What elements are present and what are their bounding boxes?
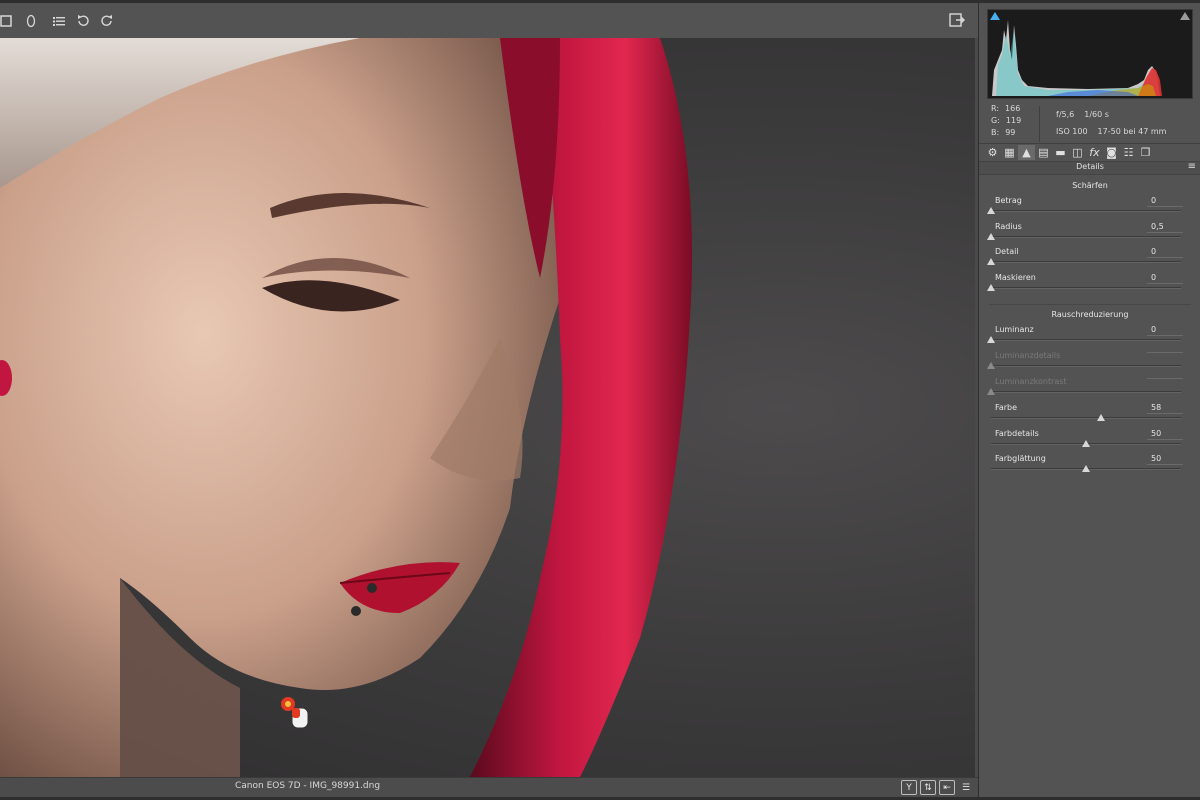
tab-camera-calibration-icon[interactable]: ◙ [1103,145,1120,160]
slider-1[interactable]: Radius 0,5 [987,222,1187,246]
lens-value: 17-50 bei 47 mm [1097,127,1167,136]
slider-2[interactable]: Detail 0 [987,247,1187,271]
tab-split-toning-icon[interactable]: ▬ [1052,145,1069,160]
rotate-right-icon[interactable] [96,10,118,32]
status-icons: Y ⇅ ⇤ ☰ [901,780,974,795]
copy-settings-icon[interactable]: ⇤ [939,780,955,795]
slider-label: Farbdetails [995,429,1039,438]
rotate-left-icon[interactable] [72,10,94,32]
slider-track [991,365,1181,367]
slider-track [991,391,1181,393]
r-label: R: [991,104,1000,113]
redeye-icon[interactable] [20,10,42,32]
tab-effects-icon[interactable]: fx [1086,145,1103,160]
slider-thumb[interactable] [987,258,995,265]
slider-label: Luminanzkontrast [995,377,1067,386]
slider-thumb [987,388,995,395]
tab-tone-curve-icon[interactable]: ▦ [1001,145,1018,160]
slider-thumb[interactable] [1097,414,1106,421]
iso-value: ISO 100 [1056,127,1088,136]
slider-value-field[interactable]: 0 [1147,247,1183,258]
slider-8[interactable]: Farbdetails 50 [991,429,1187,453]
tab-presets-icon[interactable]: ☷ [1120,145,1137,160]
b-value: 99 [1005,128,1016,137]
slider-track[interactable] [991,236,1181,238]
panel-menu-icon[interactable]: ≡ [1188,162,1196,172]
image-canvas[interactable] [0,38,975,777]
slider-thumb[interactable] [987,284,995,291]
slider-label: Luminanzdetails [995,351,1061,360]
b-label: B: [991,128,1000,137]
camera-info: f/5,6 1/60 s ISO 100 17-50 bei 47 mm [1039,106,1166,142]
tab-lens-icon[interactable]: ◫ [1069,145,1086,160]
slider-7[interactable]: Farbe 58 [991,403,1187,427]
slider-value-field[interactable]: 50 [1147,454,1183,465]
slider-value-field[interactable]: 50 [1147,429,1183,440]
slider-label: Maskieren [995,273,1036,282]
presets-list-icon[interactable] [48,10,70,32]
slider-value-field[interactable]: 0 [1147,196,1183,207]
before-after-y-button[interactable]: Y [901,780,917,795]
slider-thumb[interactable] [987,336,995,343]
slider-thumb[interactable] [987,233,995,240]
slider-5: Luminanzdetails [987,351,1187,375]
panel-tabs: ⚙ ▦ ▲ ▤ ▬ ◫ fx ◙ ☷ ❐ [979,143,1200,161]
shutter-value: 1/60 s [1084,110,1109,119]
slider-label: Luminanz [995,325,1034,334]
status-bar: Canon EOS 7D - IMG_98991.dng Y ⇅ ⇤ ☰ [0,777,978,797]
slider-9[interactable]: Farbglättung 50 [991,454,1187,478]
slider-6: Luminanzkontrast [987,377,1187,401]
r-value: 166 [1005,104,1021,113]
slider-value-field[interactable]: 0,5 [1147,222,1183,233]
g-value: 119 [1005,116,1022,125]
panel-title: Details [979,161,1200,175]
slider-value-field[interactable]: 58 [1147,403,1183,414]
crop-icon[interactable] [0,10,18,32]
tab-detail-icon[interactable]: ▲ [1018,145,1035,160]
slider-label: Detail [995,247,1019,256]
slider-value-field [1147,351,1183,353]
fullscreen-icon[interactable] [946,9,968,31]
slider-track[interactable] [991,287,1181,289]
filename-label[interactable]: Canon EOS 7D - IMG_98991.dng [235,781,380,791]
slider-track[interactable] [991,261,1181,263]
slider-value-field[interactable]: 0 [1147,273,1183,284]
tab-hsl-icon[interactable]: ▤ [1035,145,1052,160]
slider-label: Betrag [995,196,1022,205]
slider-thumb[interactable] [1082,465,1090,472]
g-label: G: [991,116,1000,125]
tab-snapshots-icon[interactable]: ❐ [1137,145,1154,160]
section-divider [989,304,1191,305]
top-toolbar [0,3,978,38]
right-panel: R: 166 G: 119 B: 99 f/5,6 1/60 s ISO 100 17-5… [978,3,1200,797]
portrait-photo[interactable] [0,38,975,777]
slider-label: Farbe [995,403,1018,412]
slider-thumb [987,362,995,369]
slider-track[interactable] [991,210,1181,212]
slider-value-field [1147,377,1183,379]
slider-value-field[interactable]: 0 [1147,325,1183,336]
tab-basic-icon[interactable]: ⚙ [984,145,1001,160]
slider-4[interactable]: Luminanz 0 [987,325,1187,349]
slider-track[interactable] [991,339,1181,341]
slider-label: Farbglättung [995,454,1046,463]
slider-0[interactable]: Betrag 0 [987,196,1187,220]
slider-label: Radius [995,222,1022,231]
section-noise-title: Rauschreduzierung [1051,310,1129,319]
section-sharpen-title: Schärfen [1072,181,1108,190]
slider-thumb[interactable] [1082,440,1090,447]
slider-3[interactable]: Maskieren 0 [987,273,1187,297]
before-after-swap-icon[interactable]: ⇅ [920,780,936,795]
aperture-value: f/5,6 [1056,110,1075,119]
view-settings-icon[interactable]: ☰ [958,780,974,795]
histogram [987,9,1193,99]
slider-thumb[interactable] [987,207,995,214]
slider-track[interactable] [991,417,1181,419]
rgb-readout: R: 166 G: 119 B: 99 [991,103,1030,139]
